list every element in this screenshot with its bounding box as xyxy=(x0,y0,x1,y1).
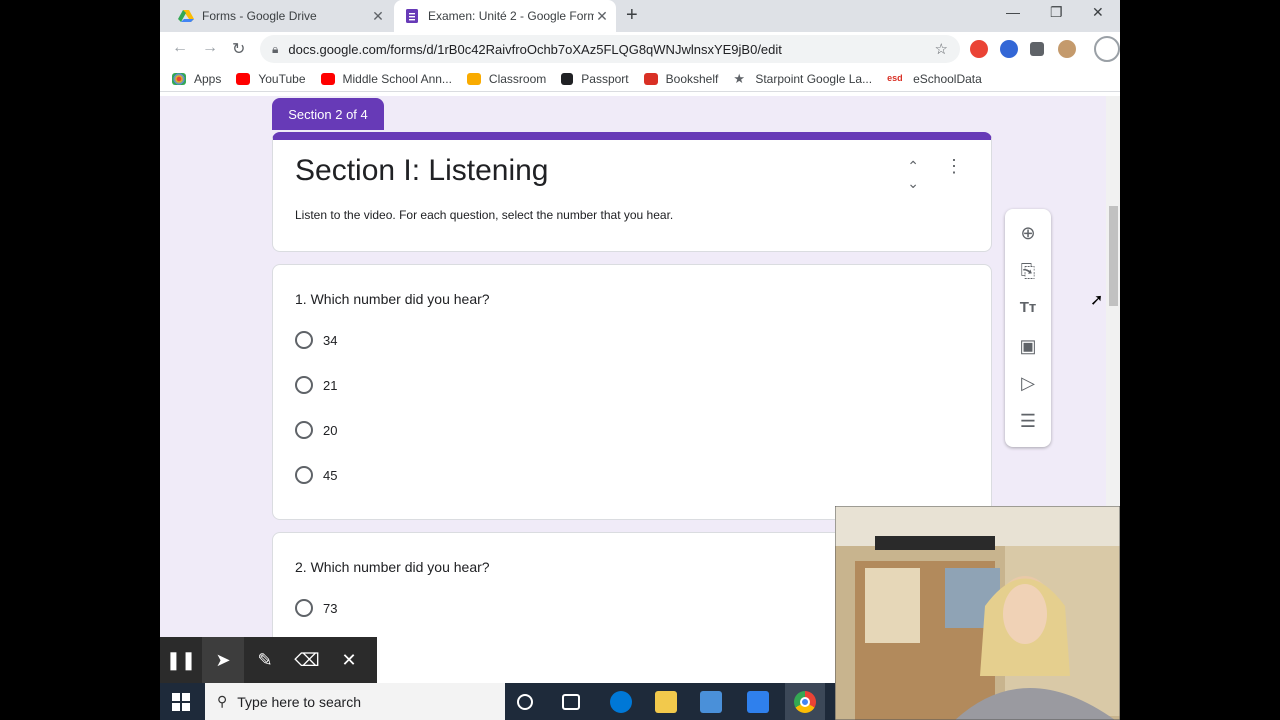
youtube-icon xyxy=(236,72,251,85)
profile-avatar[interactable] xyxy=(1058,40,1076,58)
import-questions-icon[interactable]: ⎘ xyxy=(1018,261,1038,281)
browser-toolbar: ← → ↻ 🔒︎ docs.google.com/forms/d/1rB0c42… xyxy=(160,32,1120,66)
bookmark-starpoint[interactable]: ★ Starpoint Google La... xyxy=(733,72,872,86)
task-view-icon[interactable] xyxy=(562,694,580,710)
bookmark-passport[interactable]: Passport xyxy=(561,72,629,86)
option-row[interactable]: 73 xyxy=(295,599,337,617)
close-icon[interactable]: ✕ xyxy=(328,637,370,683)
search-placeholder: Type here to search xyxy=(237,693,362,710)
tab-google-drive[interactable]: Forms - Google Drive ✕ xyxy=(160,0,392,32)
eraser-icon[interactable]: ⌫ xyxy=(286,637,328,683)
google-drive-icon xyxy=(178,10,194,22)
radio-button[interactable] xyxy=(295,421,313,439)
tab-title: Forms - Google Drive xyxy=(202,9,317,23)
bookmark-middle-school[interactable]: Middle School Ann... xyxy=(320,72,452,86)
section-header-card[interactable]: Section I: Listening Listen to the video… xyxy=(272,132,992,252)
collapse-section-icon[interactable]: ⌃ ⌄ xyxy=(907,158,919,192)
youtube-icon xyxy=(320,72,335,85)
add-section-icon[interactable]: ☰ xyxy=(1018,411,1038,431)
add-title-icon[interactable]: Tт xyxy=(1018,298,1038,318)
tab-title: Examen: Unité 2 - Google Forms xyxy=(428,9,594,23)
minimize-icon[interactable]: — xyxy=(1006,4,1020,20)
extension-k-icon[interactable] xyxy=(1000,40,1018,58)
cortana-icon[interactable] xyxy=(517,694,533,710)
option-row[interactable]: 21 xyxy=(295,376,337,394)
bookshelf-icon xyxy=(643,72,658,85)
file-explorer-icon[interactable] xyxy=(655,691,677,713)
option-label: 34 xyxy=(323,332,338,348)
mouse-cursor-icon: ➚ xyxy=(1090,292,1104,309)
question-title[interactable]: 2. Which number did you hear? xyxy=(295,559,490,575)
windows-start-icon[interactable] xyxy=(172,693,190,711)
address-bar[interactable]: 🔒︎ docs.google.com/forms/d/1rB0c42Raivfr… xyxy=(260,35,960,63)
pointer-icon[interactable]: ➤ xyxy=(202,637,244,683)
option-row[interactable]: 45 xyxy=(295,466,337,484)
close-tab-icon[interactable]: ✕ xyxy=(370,8,386,25)
option-row[interactable]: 20 xyxy=(295,421,337,439)
question-title[interactable]: 1. Which number did you hear? xyxy=(295,291,490,307)
section-badge: Section 2 of 4 xyxy=(272,98,384,130)
bookmarks-bar: Apps YouTube Middle School Ann... Classr… xyxy=(160,66,1120,92)
bookmark-apps[interactable]: Apps xyxy=(172,72,221,86)
webcam-video xyxy=(835,506,1120,720)
close-window-icon[interactable]: ✕ xyxy=(1092,4,1104,21)
star-icon: ★ xyxy=(733,70,745,86)
forward-icon[interactable]: → xyxy=(202,39,218,57)
option-row[interactable]: 34 xyxy=(295,331,337,349)
question-card-1[interactable]: 1. Which number did you hear? 34 21 20 4… xyxy=(272,264,992,520)
tab-google-forms[interactable]: Examen: Unité 2 - Google Forms ✕ xyxy=(394,0,616,32)
store-icon[interactable] xyxy=(700,691,722,713)
bookmark-bookshelf[interactable]: Bookshelf xyxy=(643,72,718,86)
mail-icon[interactable] xyxy=(747,691,769,713)
option-label: 45 xyxy=(323,467,338,483)
restore-icon[interactable]: ❐ xyxy=(1050,4,1063,21)
taskbar-search[interactable]: ⚲ Type here to search xyxy=(205,683,505,720)
back-icon[interactable]: ← xyxy=(172,39,188,57)
webcam-overlay xyxy=(835,506,1120,720)
annotate-pen-icon[interactable] xyxy=(1094,36,1120,62)
add-video-icon[interactable]: ▷ xyxy=(1018,373,1038,393)
bookmark-classroom[interactable]: Classroom xyxy=(466,72,546,86)
radio-button[interactable] xyxy=(295,466,313,484)
close-tab-icon[interactable]: ✕ xyxy=(594,8,610,25)
chrome-taskbar-item[interactable] xyxy=(785,683,825,720)
url-text: docs.google.com/forms/d/1rB0c42RaivfroOc… xyxy=(288,41,782,57)
passport-icon xyxy=(561,72,574,85)
more-options-icon[interactable]: ⋮ xyxy=(945,156,963,177)
esd-icon: esd xyxy=(887,72,903,83)
tab-strip: Forms - Google Drive ✕ Examen: Unité 2 -… xyxy=(160,0,1120,32)
apps-grid-icon xyxy=(172,72,186,85)
lock-icon: 🔒︎ xyxy=(272,41,279,56)
option-label: 73 xyxy=(323,600,338,616)
new-tab-icon[interactable]: + xyxy=(626,4,638,27)
edge-icon[interactable] xyxy=(610,691,632,713)
pause-icon[interactable]: ❚❚ xyxy=(160,637,202,683)
section-description[interactable]: Listen to the video. For each question, … xyxy=(295,208,673,222)
extensions-puzzle-icon[interactable] xyxy=(1030,42,1044,56)
reload-icon[interactable]: ↻ xyxy=(232,39,245,59)
search-icon: ⚲ xyxy=(217,693,228,709)
radio-button[interactable] xyxy=(295,376,313,394)
floating-toolbar: ⊕ ⎘ Tт ▣ ▷ ☰ xyxy=(1005,209,1051,447)
pen-icon[interactable]: ✎ xyxy=(244,637,286,683)
section-title[interactable]: Section I: Listening xyxy=(295,154,549,188)
google-forms-icon xyxy=(406,9,418,23)
extension-icon[interactable] xyxy=(970,40,988,58)
add-image-icon[interactable]: ▣ xyxy=(1018,336,1038,356)
bookmark-youtube[interactable]: YouTube xyxy=(236,72,306,86)
bookmark-star-icon[interactable]: ☆ xyxy=(935,40,948,58)
radio-button[interactable] xyxy=(295,599,313,617)
bookmark-eschooldata[interactable]: esd eSchoolData xyxy=(887,72,982,86)
option-label: 21 xyxy=(323,377,338,393)
chrome-icon xyxy=(794,691,816,713)
option-label: 20 xyxy=(323,422,338,438)
add-question-icon[interactable]: ⊕ xyxy=(1018,223,1038,243)
radio-button[interactable] xyxy=(295,331,313,349)
screencast-toolbar: ❚❚ ➤ ✎ ⌫ ✕ xyxy=(160,637,377,683)
classroom-icon xyxy=(466,72,481,85)
scrollbar-thumb[interactable] xyxy=(1109,206,1118,306)
